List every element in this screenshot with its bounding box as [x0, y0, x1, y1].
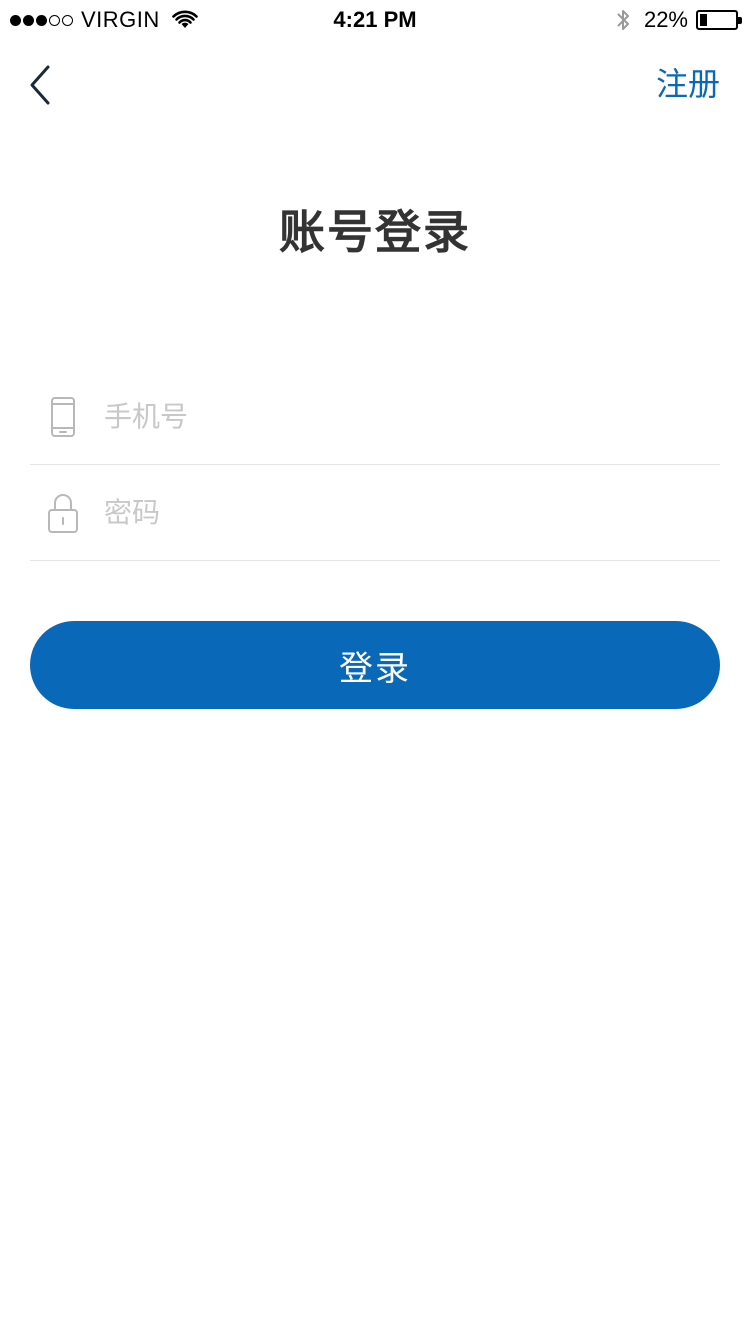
password-field-row: [30, 465, 720, 561]
bluetooth-icon: [617, 10, 629, 30]
phone-input[interactable]: [104, 386, 664, 447]
back-button[interactable]: [24, 62, 64, 108]
login-button[interactable]: 登录: [30, 621, 720, 709]
chevron-left-icon: [30, 65, 50, 105]
battery-tip: [738, 17, 742, 24]
phone-field-row: [30, 369, 720, 465]
register-link[interactable]: 注册: [656, 62, 720, 106]
battery-icon: [696, 10, 742, 30]
status-bar: VIRGIN 4:21 PM 22%: [0, 0, 750, 40]
login-screen: VIRGIN 4:21 PM 22% 注册 账号登录 手机号 登录: [0, 0, 750, 1334]
lock-icon: [48, 493, 78, 533]
battery-fill: [700, 14, 707, 26]
phone-icon: [51, 396, 75, 437]
battery-percent: 22%: [643, 7, 688, 32]
page-title: 账号登录: [279, 206, 471, 258]
status-bar-right: 22%: [614, 6, 742, 34]
password-input[interactable]: [104, 482, 664, 543]
